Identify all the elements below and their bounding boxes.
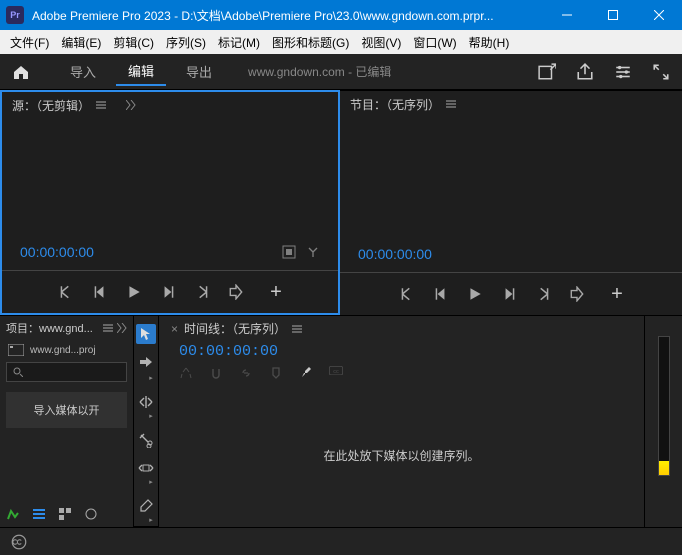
add-marker-icon[interactable]	[269, 366, 283, 380]
track-select-tool-icon[interactable]	[138, 356, 154, 372]
search-input[interactable]	[6, 362, 127, 382]
import-media-button[interactable]: 导入媒体以开	[6, 392, 127, 428]
menu-view[interactable]: 视图(V)	[355, 32, 407, 53]
panel-overflow-icon[interactable]	[126, 100, 136, 110]
menu-sequence[interactable]: 序列(S)	[160, 32, 212, 53]
menu-help[interactable]: 帮助(H)	[463, 32, 516, 53]
menu-file[interactable]: 文件(F)	[4, 32, 55, 53]
step-forward-icon[interactable]	[501, 286, 517, 302]
list-view-icon[interactable]	[32, 507, 46, 521]
menu-window[interactable]: 窗口(W)	[407, 32, 462, 53]
window-title: Adobe Premiere Pro 2023 - D:\文档\Adobe\Pr…	[32, 7, 544, 24]
play-icon[interactable]	[126, 284, 142, 300]
tool-column: ▸ ▸ ▸ ▸	[133, 315, 159, 527]
tab-edit[interactable]: 编辑	[116, 57, 166, 86]
search-icon	[13, 367, 23, 377]
audio-level-indicator	[659, 461, 669, 475]
timeline-panel: × 时间线：（无序列） 00:00:00:00 cc 在此处放下媒体以创建序列。	[159, 315, 644, 527]
document-name: www.gndown.com - 已编辑	[248, 63, 391, 80]
mark-in-icon[interactable]	[58, 284, 74, 300]
new-item-icon[interactable]	[6, 507, 20, 521]
slip-tool-icon[interactable]	[138, 460, 154, 476]
footer	[0, 527, 682, 555]
panel-menu-icon[interactable]	[446, 99, 456, 109]
menu-edit[interactable]: 编辑(E)	[55, 32, 107, 53]
export-frame-icon[interactable]	[569, 286, 585, 302]
workspace-settings-icon[interactable]	[614, 63, 632, 81]
step-back-icon[interactable]	[433, 286, 449, 302]
project-panel: 项目：www.gnd... www.gnd...proj 导入媒体以开	[0, 315, 133, 527]
bin-icon[interactable]	[8, 344, 24, 356]
tab-import[interactable]: 导入	[58, 58, 108, 85]
play-icon[interactable]	[467, 286, 483, 302]
app-icon: Pr	[6, 6, 24, 24]
add-button-icon[interactable]: +	[270, 281, 282, 304]
insert-icon[interactable]	[228, 284, 244, 300]
program-monitor: 节目：（无序列） 00:00:00:00 +	[340, 90, 682, 315]
mark-out-icon[interactable]	[194, 284, 210, 300]
menubar: 文件(F) 编辑(E) 剪辑(C) 序列(S) 标记(M) 图形和标题(G) 视…	[0, 30, 682, 54]
timeline-title: 时间线：（无序列）	[184, 320, 286, 337]
caption-track-icon[interactable]: cc	[329, 366, 343, 380]
svg-text:cc: cc	[333, 369, 339, 375]
snap-icon[interactable]	[209, 366, 223, 380]
timeline-timecode[interactable]: 00:00:00:00	[159, 341, 644, 362]
menu-marker[interactable]: 标记(M)	[212, 32, 266, 53]
audio-meter-panel	[644, 315, 682, 527]
freeform-view-icon[interactable]	[58, 507, 72, 521]
zoom-slider-icon[interactable]	[84, 507, 98, 521]
workspace-tabs: 导入 编辑 导出 www.gndown.com - 已编辑	[0, 54, 682, 90]
maximize-button[interactable]	[590, 0, 636, 30]
add-button-icon[interactable]: +	[611, 283, 623, 306]
source-title: 源：（无剪辑）	[12, 97, 90, 114]
panel-menu-icon[interactable]	[103, 323, 113, 333]
program-timecode[interactable]: 00:00:00:00	[358, 246, 432, 262]
quick-export-icon[interactable]	[538, 63, 556, 81]
insert-as-nest-icon[interactable]	[179, 366, 193, 380]
razor-tool-icon[interactable]	[138, 432, 154, 448]
timeline-settings-icon[interactable]	[299, 366, 313, 380]
ripple-edit-tool-icon[interactable]	[138, 394, 154, 410]
panel-overflow-icon[interactable]	[117, 323, 127, 333]
program-title: 节目：（无序列）	[350, 96, 440, 113]
menu-clip[interactable]: 剪辑(C)	[107, 32, 160, 53]
bin-name[interactable]: www.gnd...proj	[30, 345, 96, 356]
project-title: 项目：www.gnd...	[6, 320, 93, 336]
settings-icon[interactable]	[306, 245, 320, 259]
menu-graphics[interactable]: 图形和标题(G)	[266, 32, 355, 53]
fullscreen-icon[interactable]	[652, 63, 670, 81]
step-forward-icon[interactable]	[160, 284, 176, 300]
creative-cloud-icon[interactable]	[10, 533, 28, 551]
panel-menu-icon[interactable]	[96, 100, 106, 110]
tab-export[interactable]: 导出	[174, 58, 224, 85]
minimize-button[interactable]	[544, 0, 590, 30]
timeline-drop-area[interactable]: 在此处放下媒体以创建序列。	[159, 384, 644, 527]
audio-meter	[658, 336, 670, 476]
source-monitor: 源：（无剪辑） 00:00:00:00 +	[0, 90, 340, 315]
mark-in-icon[interactable]	[399, 286, 415, 302]
pen-tool-icon[interactable]	[138, 498, 154, 514]
fit-icon[interactable]	[282, 245, 296, 259]
linked-selection-icon[interactable]	[239, 366, 253, 380]
mark-out-icon[interactable]	[535, 286, 551, 302]
selection-tool-icon[interactable]	[136, 324, 156, 344]
titlebar: Pr Adobe Premiere Pro 2023 - D:\文档\Adobe…	[0, 0, 682, 30]
share-icon[interactable]	[576, 63, 594, 81]
step-back-icon[interactable]	[92, 284, 108, 300]
home-icon[interactable]	[12, 64, 30, 80]
close-button[interactable]	[636, 0, 682, 30]
source-timecode[interactable]: 00:00:00:00	[20, 244, 94, 260]
panel-menu-icon[interactable]	[292, 324, 302, 334]
